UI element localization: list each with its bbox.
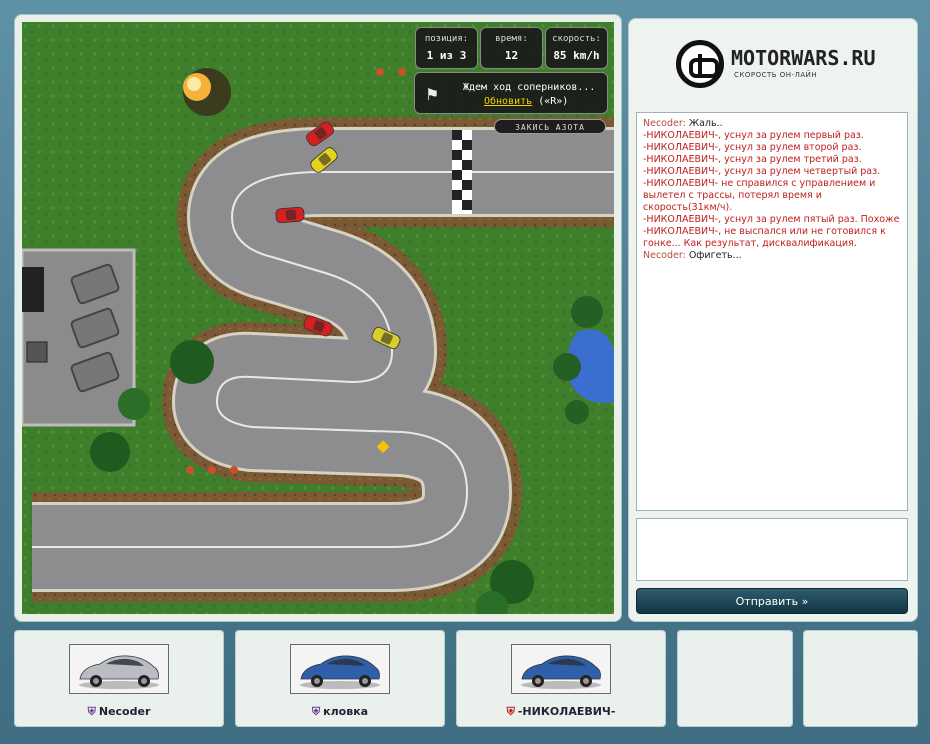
chat-text: -НИКОЛАЕВИЧ-, уснул за рулем первый раз.	[643, 130, 864, 141]
chat-message: -НИКОЛАЕВИЧ-, уснул за рулем второй раз.	[643, 142, 901, 154]
player-car-image	[69, 644, 169, 694]
chat-message: Necoder: Офигеть...	[643, 250, 901, 262]
player-name[interactable]: ⛨ кловка	[235, 705, 445, 719]
hud-position-label: позиция:	[424, 34, 469, 44]
refresh-hotkey: («R»)	[538, 96, 569, 107]
chat-nick[interactable]: Necoder:	[643, 118, 686, 129]
faction-icon: ⛨	[506, 705, 515, 718]
chat-message: Necoder: Жаль..	[643, 118, 901, 130]
nitro-button[interactable]: ЗАКИСЬ АЗОТА	[494, 119, 606, 134]
chat-text: Жаль..	[685, 118, 723, 129]
refresh-link[interactable]: Обновить	[484, 96, 532, 107]
game-panel: позиция: 1 из 3 время: 12 скорость: 85 k…	[14, 14, 622, 622]
chat-text: -НИКОЛАЕВИЧ-, уснул за рулем четвертый р…	[643, 166, 881, 177]
player-name-text: Necoder	[98, 705, 151, 718]
waiting-text: Ждем ход соперников...	[463, 82, 596, 93]
chat-message: -НИКОЛАЕВИЧ-, уснул за рулем первый раз.	[643, 130, 901, 142]
player-name[interactable]: ⛨ Necoder	[14, 705, 224, 719]
empty-player-slot	[803, 630, 918, 727]
player-name-text: кловка	[323, 705, 369, 718]
hud-speed-label: скорость:	[552, 34, 601, 44]
faction-icon: ⛨	[87, 705, 96, 718]
hud-speed: скорость: 85 km/h	[545, 27, 608, 69]
logo-name: MOTORWARS.RU	[731, 46, 876, 70]
send-button[interactable]: Отправить »	[636, 588, 908, 614]
logo-mark-icon	[676, 40, 724, 88]
player-card[interactable]: ⛨ Necoder	[14, 630, 224, 727]
player-car-image	[290, 644, 390, 694]
hud-position: позиция: 1 из 3	[415, 27, 478, 69]
chat-nick[interactable]: Necoder:	[643, 250, 686, 261]
hud-time: время: 12	[480, 27, 543, 69]
site-logo[interactable]: MOTORWARS.RU СКОРОСТЬ ОН-ЛАЙН	[676, 40, 876, 90]
flag-icon: ⚑	[425, 85, 440, 104]
player-name-text: -НИКОЛАЕВИЧ-	[517, 705, 616, 718]
start-finish-line	[452, 130, 472, 214]
chat-text: -НИКОЛАЕВИЧ-, уснул за рулем третий раз.	[643, 154, 862, 165]
chat-message: -НИКОЛАЕВИЧ-, уснул за рулем третий раз.	[643, 154, 901, 166]
hud-speed-value: 85 km/h	[553, 49, 600, 62]
chat-text: Офигеть...	[685, 250, 742, 261]
pit-area	[22, 248, 136, 427]
chat-panel: MOTORWARS.RU СКОРОСТЬ ОН-ЛАЙН Necoder: Ж…	[628, 18, 918, 622]
logo-tagline: СКОРОСТЬ ОН-ЛАЙН	[734, 71, 818, 79]
red-car	[275, 206, 305, 224]
race-track-view[interactable]: позиция: 1 из 3 время: 12 скорость: 85 k…	[22, 22, 614, 614]
player-car-image	[511, 644, 611, 694]
player-card[interactable]: ⛨ кловка	[235, 630, 445, 727]
crash-explosion	[183, 68, 231, 116]
refresh-line: Обновить («R»)	[484, 96, 568, 107]
chat-log[interactable]: Necoder: Жаль.. -НИКОЛАЕВИЧ-, уснул за ру…	[636, 112, 908, 511]
chat-message: -НИКОЛАЕВИЧ-, уснул за рулем четвертый р…	[643, 166, 901, 178]
hud-stats: позиция: 1 из 3 время: 12 скорость: 85 k…	[415, 27, 608, 69]
hud-time-label: время:	[495, 34, 528, 44]
chat-message: -НИКОЛАЕВИЧ- не справился с управлением …	[643, 178, 901, 214]
waiting-notice: ⚑ Ждем ход соперников... Обновить («R»)	[414, 72, 608, 114]
chat-text: -НИКОЛАЕВИЧ-, уснул за рулем пятый раз. …	[643, 214, 900, 249]
chat-message: -НИКОЛАЕВИЧ-, уснул за рулем пятый раз. …	[643, 214, 901, 250]
player-name[interactable]: ⛨ -НИКОЛАЕВИЧ-	[456, 705, 666, 719]
chat-input[interactable]	[636, 518, 908, 581]
faction-icon: ⛨	[311, 705, 321, 718]
hud-time-value: 12	[504, 49, 519, 62]
chat-text: -НИКОЛАЕВИЧ-, уснул за рулем второй раз.	[643, 142, 862, 153]
hud-position-value: 1 из 3	[426, 49, 467, 62]
player-card[interactable]: ⛨ -НИКОЛАЕВИЧ-	[456, 630, 666, 727]
chat-text: -НИКОЛАЕВИЧ- не справился с управлением …	[643, 178, 876, 213]
empty-player-slot	[677, 630, 793, 727]
